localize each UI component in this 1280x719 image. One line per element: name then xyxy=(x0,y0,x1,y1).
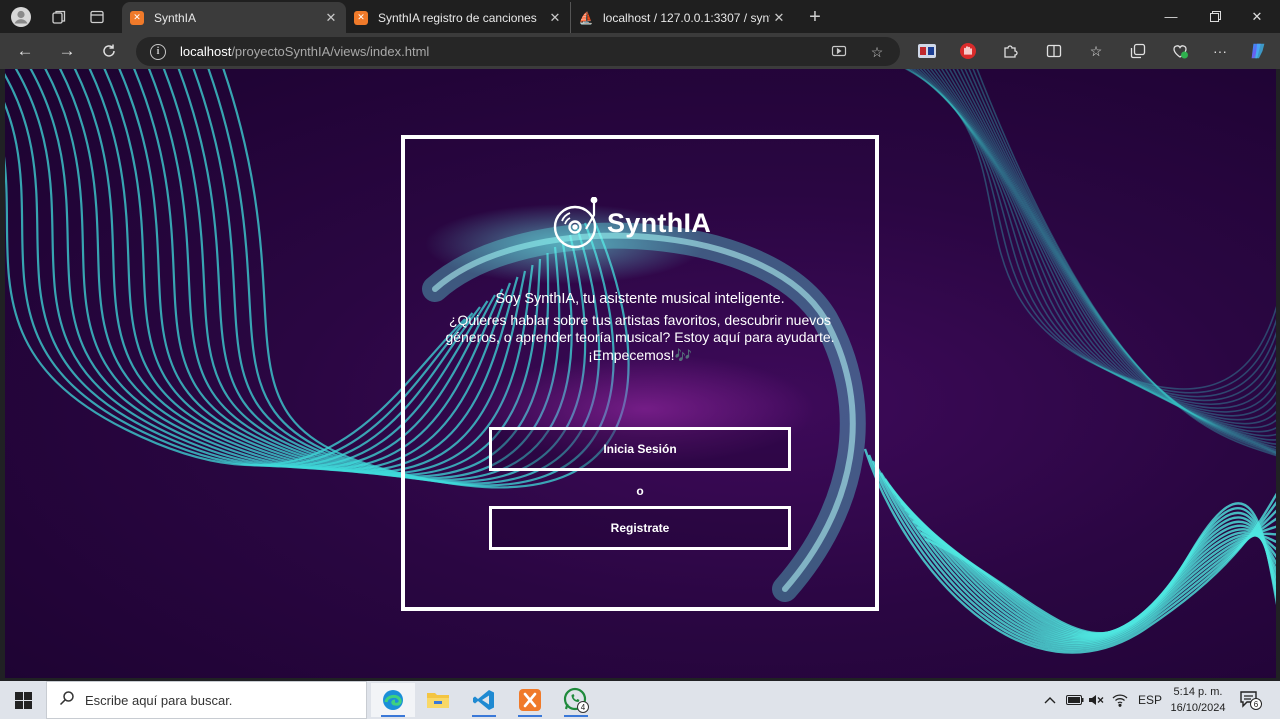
intro-text: Soy SynthIA, tu asistente musical inteli… xyxy=(425,291,855,364)
search-placeholder: Escribe aquí para buscar. xyxy=(85,692,233,708)
whatsapp-taskbar-icon[interactable]: 4 xyxy=(554,683,598,717)
split-screen-icon[interactable] xyxy=(1044,41,1064,61)
tab-label: SynthIA xyxy=(154,10,197,25)
profile-avatar[interactable] xyxy=(8,4,34,30)
turntable-logo-icon xyxy=(553,197,598,249)
url-path: /proyectoSynthIA/views/index.html xyxy=(231,44,430,59)
close-icon[interactable]: ✕ xyxy=(322,10,340,26)
tab-registro[interactable]: ✕ SynthIA registro de canciones ✕ xyxy=(346,2,570,33)
copilot-icon[interactable] xyxy=(1248,41,1268,61)
wave-line xyxy=(944,69,1276,441)
file-explorer-taskbar-icon[interactable] xyxy=(416,683,460,717)
vscode-taskbar-icon[interactable] xyxy=(462,683,506,717)
url-bar[interactable]: i localhost /proyectoSynthIA/views/index… xyxy=(136,37,900,66)
notifications-icon[interactable]: 6 xyxy=(1240,681,1262,719)
wave-line xyxy=(907,69,1276,398)
clock-time: 5:14 p. m. xyxy=(1173,686,1223,698)
language-indicator[interactable]: ESP xyxy=(1138,681,1162,719)
app-available-icon[interactable] xyxy=(830,43,848,61)
favorites-icon[interactable]: ☆ xyxy=(1086,41,1106,61)
wave-line xyxy=(964,69,1276,454)
tab-bar: ✕ SynthIA ✕ ✕ SynthIA registro de cancio… xyxy=(0,0,1280,33)
welcome-card: SynthIA Soy SynthIA, tu asistente musica… xyxy=(401,135,879,611)
intro-line-2: ¿Quieres hablar sobre tus artistas favor… xyxy=(445,311,835,363)
xampp-taskbar-icon[interactable] xyxy=(508,683,552,717)
wave-line xyxy=(879,472,1276,646)
restore-button[interactable] xyxy=(1192,0,1238,33)
tab-label: SynthIA registro de canciones xyxy=(378,10,537,25)
start-button[interactable] xyxy=(0,681,46,719)
close-icon[interactable]: ✕ xyxy=(546,10,564,26)
intro-line-1: Soy SynthIA, tu asistente musical inteli… xyxy=(495,291,785,307)
more-menu-icon[interactable]: ··· xyxy=(1210,41,1230,61)
tab-actions-icon[interactable] xyxy=(84,4,110,30)
battery-icon[interactable] xyxy=(1066,681,1084,719)
new-tab-button[interactable]: + xyxy=(802,4,828,30)
extension-flag-icon[interactable] xyxy=(917,41,937,61)
address-bar-row: ← → i localhost /proyectoSynthIA/views/i… xyxy=(0,33,1280,69)
windows-icon xyxy=(14,691,32,709)
workspaces-icon[interactable] xyxy=(46,4,72,30)
search-icon xyxy=(59,690,75,711)
clock-date: 16/10/2024 xyxy=(1170,702,1226,714)
register-button[interactable]: Registrate xyxy=(489,506,791,550)
collections-icon[interactable] xyxy=(1128,41,1148,61)
wave-line xyxy=(905,69,1276,394)
wifi-icon[interactable] xyxy=(1112,681,1128,719)
extensions-puzzle-icon[interactable] xyxy=(1000,41,1020,61)
url-host: localhost xyxy=(180,44,232,59)
xampp-icon: ✕ xyxy=(354,10,368,25)
browser-essentials-icon[interactable] xyxy=(1170,41,1190,61)
tab-phpmyadmin[interactable]: ⛵ localhost / 127.0.0.1:3307 / synthia ✕ xyxy=(570,2,794,33)
back-button[interactable]: ← xyxy=(10,37,40,65)
close-window-button[interactable]: ✕ xyxy=(1234,0,1280,33)
favorite-star-icon[interactable]: ☆ xyxy=(868,43,886,61)
minimize-button[interactable]: — xyxy=(1148,0,1194,33)
taskbar: Escribe aquí para buscar. 4 ESP 5:14 p. … xyxy=(0,681,1280,719)
notifications-badge: 6 xyxy=(1254,700,1259,709)
phpmyadmin-icon: ⛵ xyxy=(578,10,594,25)
forward-button[interactable]: → xyxy=(52,37,82,65)
refresh-button[interactable] xyxy=(94,37,124,65)
xampp-icon: ✕ xyxy=(130,10,144,25)
clock[interactable]: 5:14 p. m. 16/10/2024 xyxy=(1170,684,1226,716)
show-hidden-icons[interactable] xyxy=(1044,681,1056,719)
wave-line xyxy=(940,69,1276,437)
volume-muted-icon[interactable] xyxy=(1088,681,1104,719)
tab-label: localhost / 127.0.0.1:3307 / synthia xyxy=(603,10,770,25)
edge-taskbar-icon[interactable] xyxy=(371,683,415,717)
taskbar-search[interactable]: Escribe aquí para buscar. xyxy=(46,681,367,719)
whatsapp-badge: 4 xyxy=(581,703,586,712)
brand-name: SynthIA xyxy=(607,207,712,238)
or-separator: o xyxy=(636,484,644,498)
login-button[interactable]: Inicia Sesión xyxy=(489,427,791,471)
tab-synthia[interactable]: ✕ SynthIA ✕ xyxy=(122,2,346,33)
info-icon[interactable]: i xyxy=(150,43,166,60)
close-icon[interactable]: ✕ xyxy=(770,10,788,26)
brand-logo: SynthIA xyxy=(553,197,711,249)
page-viewport: SynthIA Soy SynthIA, tu asistente musica… xyxy=(5,69,1276,678)
extension-hand-icon[interactable] xyxy=(958,41,978,61)
